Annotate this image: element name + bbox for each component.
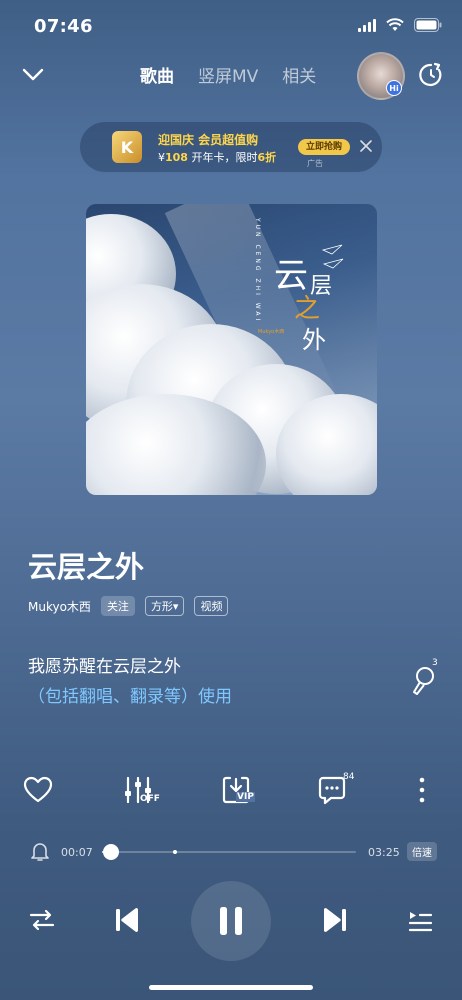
artist-name[interactable]: Mukyo木西 — [28, 598, 91, 615]
lyric-line-next[interactable]: （包括翻唱、翻录等）使用 — [28, 682, 232, 707]
status-icons — [358, 18, 442, 32]
sound-effect-button[interactable]: OFF — [118, 770, 160, 810]
total-time: 03:25 — [368, 846, 400, 859]
heart-icon — [23, 776, 53, 803]
playlist-icon — [408, 912, 433, 932]
playlist-button[interactable] — [406, 906, 434, 934]
previous-button[interactable] — [112, 905, 142, 935]
lyric-line-current[interactable]: 我愿苏醒在云层之外 — [28, 652, 181, 677]
pause-icon — [220, 907, 242, 935]
follow-button[interactable]: 关注 — [100, 596, 135, 616]
album-cover[interactable]: YUN CENG ZHI WAI 云 层 之 外 Mukyo木西 — [86, 204, 377, 495]
more-button[interactable] — [402, 770, 442, 810]
artist-row: Mukyo木西 关注 方形▾ 视频 — [28, 596, 229, 616]
bell-icon — [31, 843, 49, 861]
ad-tag: 广告 — [307, 159, 323, 168]
play-mode-button[interactable] — [28, 906, 56, 934]
header: 歌曲 竖屏MV 相关 Hi — [0, 52, 462, 100]
cover-mode-dropdown[interactable]: 方形▾ — [144, 596, 185, 616]
ad-close-button[interactable] — [358, 138, 374, 154]
history-button[interactable] — [418, 62, 444, 88]
ad-title: 迎国庆 会员超值购 — [158, 133, 259, 147]
battery-icon — [414, 18, 442, 32]
cellular-signal-icon — [358, 18, 376, 32]
ad-cta-button[interactable]: 立即抢购 — [298, 139, 351, 155]
sleep-timer-button[interactable] — [30, 840, 50, 862]
status-bar: 07:46 — [0, 0, 462, 52]
sound-effect-status: OFF — [140, 794, 160, 804]
tab-bar: 歌曲 竖屏MV 相关 — [140, 62, 316, 87]
ad-banner[interactable]: K 迎国庆 会员超值购 ¥108 开年卡，限时6折 立即抢购 广告 — [80, 122, 382, 172]
ad-subtitle-text: 开年卡，限时 — [187, 151, 258, 164]
tab-song[interactable]: 歌曲 — [140, 62, 174, 87]
status-time: 07:46 — [34, 16, 93, 37]
like-button[interactable] — [18, 770, 58, 810]
action-row: OFF VIP — [0, 770, 462, 810]
ad-logo: K — [112, 131, 142, 163]
cover-title-char: 外 — [302, 326, 326, 354]
chevron-down-icon — [22, 68, 44, 81]
tab-related[interactable]: 相关 — [282, 62, 316, 87]
current-time: 00:07 — [61, 846, 93, 859]
skip-previous-icon — [116, 908, 138, 932]
ad-price: 108 — [165, 151, 188, 164]
cover-pinyin: YUN CENG ZHI WAI — [254, 218, 261, 324]
microphone-icon — [413, 667, 434, 695]
progress-track[interactable] — [102, 851, 356, 853]
more-vertical-icon — [419, 777, 425, 803]
ad-currency: ¥ — [158, 151, 165, 164]
song-title: 云层之外 — [28, 550, 145, 584]
download-button[interactable]: VIP — [216, 770, 256, 810]
skip-next-icon — [324, 908, 346, 932]
home-indicator — [149, 985, 313, 990]
wifi-icon — [386, 18, 404, 31]
karaoke-button[interactable]: 3 — [410, 658, 440, 698]
collapse-button[interactable] — [20, 62, 46, 88]
history-icon — [419, 62, 442, 87]
shuffle-icon — [29, 909, 55, 931]
ad-subtitle: ¥108 开年卡，限时6折 — [158, 149, 276, 165]
avatar-badge: Hi — [386, 80, 402, 96]
karaoke-count: 3 — [432, 658, 438, 668]
ad-discount: 6折 — [257, 151, 277, 164]
download-vip-label: VIP — [236, 792, 255, 802]
close-icon — [360, 140, 372, 152]
tab-vertical-mv[interactable]: 竖屏MV — [198, 62, 258, 87]
play-pause-button[interactable] — [191, 881, 271, 961]
paper-plane-icon — [322, 244, 344, 269]
next-button[interactable] — [320, 905, 350, 935]
progress-knob[interactable] — [102, 844, 119, 860]
cover-artist: Mukyo木西 — [258, 329, 285, 335]
comment-count: 84 — [343, 772, 355, 782]
video-button[interactable]: 视频 — [194, 596, 229, 616]
progress-climax-mark — [173, 850, 177, 854]
playback-speed-button[interactable]: 倍速 — [407, 842, 437, 861]
